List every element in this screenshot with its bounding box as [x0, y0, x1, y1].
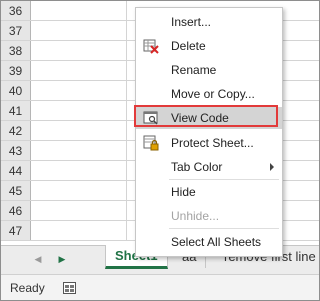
cell[interactable]: [31, 121, 127, 140]
menu-separator: [169, 228, 279, 229]
cell[interactable]: [31, 41, 127, 60]
row-header[interactable]: 44: [1, 161, 31, 180]
menu-item-label: Protect Sheet...: [171, 136, 254, 150]
protect-sheet-icon: [143, 135, 159, 151]
row-header[interactable]: 42: [1, 121, 31, 140]
submenu-arrow-icon: [270, 163, 274, 171]
sheet-context-menu: Insert... Delete Rename Move or Copy... …: [135, 7, 283, 257]
menu-item-protect-sheet[interactable]: Protect Sheet...: [136, 132, 282, 154]
cell[interactable]: [31, 1, 127, 20]
menu-item-unhide: Unhide...: [136, 205, 282, 227]
row-header[interactable]: 43: [1, 141, 31, 160]
menu-item-delete[interactable]: Delete: [136, 35, 282, 57]
row-header[interactable]: 36: [1, 1, 31, 20]
delete-sheet-icon: [143, 39, 159, 54]
status-bar: Ready: [1, 274, 319, 300]
cell[interactable]: [31, 81, 127, 100]
menu-item-label: View Code: [171, 111, 229, 125]
cell[interactable]: [31, 141, 127, 160]
menu-item-label: Select All Sheets: [171, 235, 262, 249]
cell[interactable]: [31, 101, 127, 120]
menu-item-label: Insert...: [171, 15, 212, 29]
row-header[interactable]: 47: [1, 221, 31, 240]
macro-record-icon[interactable]: [63, 282, 76, 294]
menu-item-view-code[interactable]: View Code: [136, 107, 282, 129]
cell[interactable]: [31, 21, 127, 40]
row-header[interactable]: 45: [1, 181, 31, 200]
cell[interactable]: [31, 61, 127, 80]
menu-item-label: Delete: [171, 39, 206, 53]
menu-item-label: Hide: [171, 185, 196, 199]
row-header[interactable]: 38: [1, 41, 31, 60]
cell[interactable]: [31, 221, 127, 240]
row-header[interactable]: 39: [1, 61, 31, 80]
menu-item-select-all-sheets[interactable]: Select All Sheets: [136, 231, 282, 253]
cell[interactable]: [31, 161, 127, 180]
row-header[interactable]: 37: [1, 21, 31, 40]
status-ready-text: Ready: [10, 281, 45, 295]
menu-item-hide[interactable]: Hide: [136, 181, 282, 203]
row-header[interactable]: 46: [1, 201, 31, 220]
menu-item-insert[interactable]: Insert...: [136, 11, 282, 33]
cell[interactable]: [31, 181, 127, 200]
menu-item-tab-color[interactable]: Tab Color: [136, 156, 282, 178]
menu-item-label: Tab Color: [171, 160, 223, 174]
menu-item-move-or-copy[interactable]: Move or Copy...: [136, 83, 282, 105]
row-header[interactable]: 40: [1, 81, 31, 100]
cell[interactable]: [31, 201, 127, 220]
triangle-left-icon[interactable]: ◀: [31, 252, 45, 266]
menu-item-label: Move or Copy...: [171, 87, 255, 101]
menu-item-label: Unhide...: [171, 209, 220, 223]
menu-item-rename[interactable]: Rename: [136, 59, 282, 81]
triangle-right-icon[interactable]: ▶: [55, 252, 69, 266]
row-header[interactable]: 41: [1, 101, 31, 120]
menu-item-label: Rename: [171, 63, 217, 77]
view-code-icon: [143, 111, 158, 125]
menu-separator: [169, 179, 279, 180]
